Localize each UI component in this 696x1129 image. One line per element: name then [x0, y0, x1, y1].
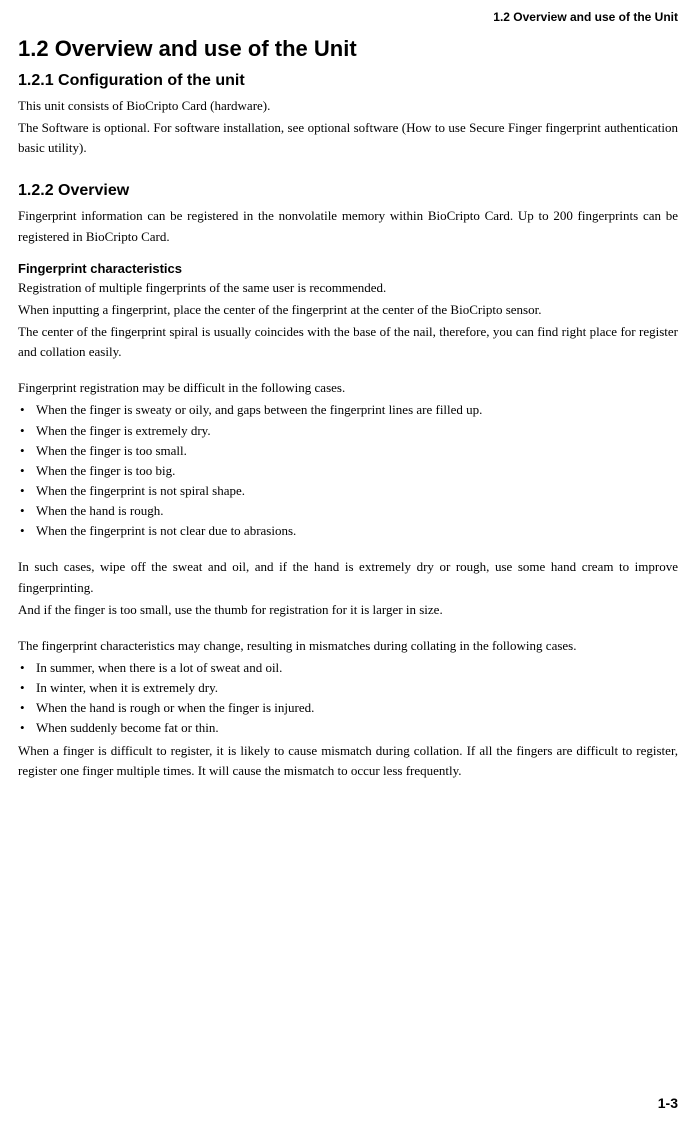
paragraph: And if the finger is too small, use the … — [18, 600, 678, 620]
list-item: When the finger is too big. — [18, 461, 678, 481]
page: 1.2 Overview and use of the Unit 1.2 Ove… — [0, 0, 696, 1129]
subsection-1-2-2-title: 1.2.2 Overview — [18, 182, 678, 200]
difficult-cases-list: When the finger is sweaty or oily, and g… — [18, 400, 678, 541]
paragraph: Registration of multiple fingerprints of… — [18, 278, 678, 298]
section-title: 1.2 Overview and use of the Unit — [18, 36, 678, 62]
list-item: In summer, when there is a lot of sweat … — [18, 658, 678, 678]
list-item: When the hand is rough. — [18, 501, 678, 521]
list-item: When the finger is extremely dry. — [18, 421, 678, 441]
list-item: When the fingerprint is not clear due to… — [18, 521, 678, 541]
list-item: When the finger is sweaty or oily, and g… — [18, 400, 678, 420]
closing-paragraph: When a finger is difficult to register, … — [18, 741, 678, 781]
paragraph: The center of the fingerprint spiral is … — [18, 322, 678, 362]
list-item: When the hand is rough or when the finge… — [18, 698, 678, 718]
paragraph: The Software is optional. For software i… — [18, 118, 678, 158]
list-item: In winter, when it is extremely dry. — [18, 678, 678, 698]
paragraph: Fingerprint information can be registere… — [18, 206, 678, 246]
fingerprint-characteristics-title: Fingerprint characteristics — [18, 261, 678, 276]
list-item: When the finger is too small. — [18, 441, 678, 461]
paragraph: When inputting a fingerprint, place the … — [18, 300, 678, 320]
change-cases-list: In summer, when there is a lot of sweat … — [18, 658, 678, 739]
paragraph: In such cases, wipe off the sweat and oi… — [18, 557, 678, 597]
running-head: 1.2 Overview and use of the Unit — [18, 10, 678, 24]
change-cases-intro: The fingerprint characteristics may chan… — [18, 636, 678, 656]
list-item: When the fingerprint is not spiral shape… — [18, 481, 678, 501]
paragraph: This unit consists of BioCripto Card (ha… — [18, 96, 678, 116]
difficult-cases-intro: Fingerprint registration may be difficul… — [18, 378, 678, 398]
page-number: 1-3 — [658, 1095, 678, 1111]
list-item: When suddenly become fat or thin. — [18, 718, 678, 738]
subsection-1-2-1-title: 1.2.1 Configuration of the unit — [18, 72, 678, 90]
